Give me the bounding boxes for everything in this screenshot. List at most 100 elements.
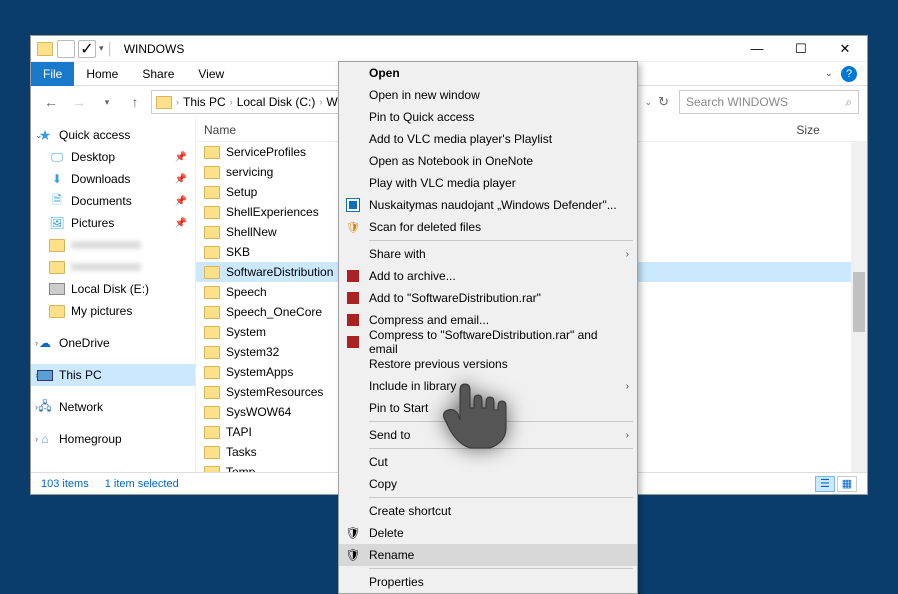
menu-separator — [369, 421, 633, 422]
menu-play-vlc[interactable]: Play with VLC media player — [339, 172, 637, 194]
sidebar-item-pictures[interactable]: 🖼 Pictures 📌 — [31, 212, 195, 234]
folder-icon — [204, 426, 220, 439]
maximize-button[interactable]: ☐ — [779, 36, 823, 62]
menu-send-to[interactable]: Send to› — [339, 424, 637, 446]
menu-pin-start[interactable]: Pin to Start — [339, 397, 637, 419]
shield-icon: 🛡 — [345, 525, 361, 541]
status-selected-count: 1 item selected — [105, 478, 179, 490]
view-details-button[interactable]: ☰ — [815, 476, 835, 492]
qat-dropdown-icon[interactable]: ▾ — [99, 43, 104, 54]
recent-dropdown[interactable]: ▾ — [95, 90, 119, 114]
menu-restore-versions[interactable]: Restore previous versions — [339, 353, 637, 375]
sidebar-item-blurred[interactable] — [31, 234, 195, 256]
menu-properties[interactable]: Properties — [339, 571, 637, 593]
folder-icon — [204, 286, 220, 299]
minimize-button[interactable]: — — [735, 36, 779, 62]
sidebar-quick-access[interactable]: ⌄ ★ Quick access — [31, 124, 195, 146]
menu-copy[interactable]: Copy — [339, 473, 637, 495]
sidebar-item-local-disk-e[interactable]: Local Disk (E:) — [31, 278, 195, 300]
sidebar-item-blurred[interactable] — [31, 256, 195, 278]
menu-scan-deleted[interactable]: 🛡Scan for deleted files — [339, 216, 637, 238]
crumb-this-pc[interactable]: This PC — [183, 95, 226, 109]
address-dropdown-icon[interactable]: ⌄ — [645, 97, 653, 108]
back-button[interactable]: ← — [39, 90, 63, 114]
downloads-icon: ⬇ — [49, 171, 65, 187]
status-item-count: 103 items — [41, 478, 89, 490]
tab-view[interactable]: View — [186, 62, 236, 86]
tab-share[interactable]: Share — [130, 62, 186, 86]
file-name: SystemResources — [226, 385, 323, 399]
file-name: servicing — [226, 165, 273, 179]
archive-icon — [345, 268, 361, 284]
folder-icon — [204, 166, 220, 179]
menu-cut[interactable]: Cut — [339, 451, 637, 473]
menu-add-archive[interactable]: Add to archive... — [339, 265, 637, 287]
ribbon-expand-icon[interactable]: ⌄ — [825, 68, 833, 79]
pin-icon: 📌 — [175, 196, 187, 207]
menu-create-shortcut[interactable]: Create shortcut — [339, 500, 637, 522]
drive-icon — [49, 281, 65, 297]
qat-new-folder-button[interactable]: ✓ — [78, 40, 96, 58]
scrollbar-thumb[interactable] — [853, 272, 865, 332]
file-name: System32 — [226, 345, 279, 359]
menu-separator — [369, 568, 633, 569]
menu-add-rar[interactable]: Add to "SoftwareDistribution.rar" — [339, 287, 637, 309]
close-button[interactable]: ✕ — [823, 36, 867, 62]
folder-icon — [49, 259, 65, 275]
folder-icon — [204, 326, 220, 339]
menu-compress-rar-email[interactable]: Compress to "SoftwareDistribution.rar" a… — [339, 331, 637, 353]
sidebar-item-desktop[interactable]: 🖵 Desktop 📌 — [31, 146, 195, 168]
search-input[interactable]: Search WINDOWS ⌕ — [679, 90, 859, 114]
menu-open[interactable]: Open — [339, 62, 637, 84]
file-name: Temp — [226, 465, 255, 472]
window-title: WINDOWS — [124, 42, 185, 56]
file-name: System — [226, 325, 266, 339]
file-name: SKB — [226, 245, 250, 259]
sidebar-network[interactable]: › 🖧 Network — [31, 396, 195, 418]
view-large-icons-button[interactable]: ▦ — [837, 476, 857, 492]
refresh-icon[interactable]: ↻ — [658, 94, 669, 110]
scrollbar[interactable] — [851, 142, 867, 472]
tab-file[interactable]: File — [31, 62, 74, 86]
menu-add-vlc-playlist[interactable]: Add to VLC media player's Playlist — [339, 128, 637, 150]
menu-rename[interactable]: 🛡Rename — [339, 544, 637, 566]
file-name: SystemApps — [226, 365, 293, 379]
documents-icon: 🗎 — [49, 193, 65, 209]
tab-home[interactable]: Home — [74, 62, 130, 86]
up-button[interactable]: ↑ — [123, 90, 147, 114]
sidebar-onedrive[interactable]: › ☁ OneDrive — [31, 332, 195, 354]
submenu-arrow-icon: › — [626, 430, 629, 441]
folder-icon — [204, 146, 220, 159]
pin-icon: 📌 — [175, 218, 187, 229]
onedrive-icon: ☁ — [37, 335, 53, 351]
sidebar-item-my-pictures[interactable]: My pictures — [31, 300, 195, 322]
help-icon[interactable]: ? — [841, 66, 857, 82]
crumb-drive[interactable]: Local Disk (C:) — [237, 95, 316, 109]
pin-icon: 📌 — [175, 174, 187, 185]
forward-button[interactable]: → — [67, 90, 91, 114]
menu-delete[interactable]: 🛡Delete — [339, 522, 637, 544]
folder-icon — [204, 346, 220, 359]
menu-share-with[interactable]: Share with› — [339, 243, 637, 265]
submenu-arrow-icon: › — [626, 249, 629, 260]
sidebar-homegroup[interactable]: › ⌂ Homegroup — [31, 428, 195, 450]
defender-icon — [345, 197, 361, 213]
folder-icon — [204, 186, 220, 199]
file-name: ShellNew — [226, 225, 277, 239]
menu-open-new-window[interactable]: Open in new window — [339, 84, 637, 106]
file-name: ServiceProfiles — [226, 145, 306, 159]
menu-open-onenote[interactable]: Open as Notebook in OneNote — [339, 150, 637, 172]
pin-icon: 📌 — [175, 152, 187, 163]
menu-include-library[interactable]: Include in library› — [339, 375, 637, 397]
file-name: Setup — [226, 185, 257, 199]
sidebar-item-downloads[interactable]: ⬇ Downloads 📌 — [31, 168, 195, 190]
qat-properties-button[interactable] — [57, 40, 75, 58]
menu-pin-quick-access[interactable]: Pin to Quick access — [339, 106, 637, 128]
sidebar-this-pc[interactable]: › This PC — [31, 364, 195, 386]
folder-icon — [204, 386, 220, 399]
column-size[interactable]: Size — [788, 123, 867, 137]
folder-icon — [204, 446, 220, 459]
sidebar-item-documents[interactable]: 🗎 Documents 📌 — [31, 190, 195, 212]
menu-windows-defender[interactable]: Nuskaitymas naudojant „Windows Defender"… — [339, 194, 637, 216]
file-name: Speech — [226, 285, 267, 299]
